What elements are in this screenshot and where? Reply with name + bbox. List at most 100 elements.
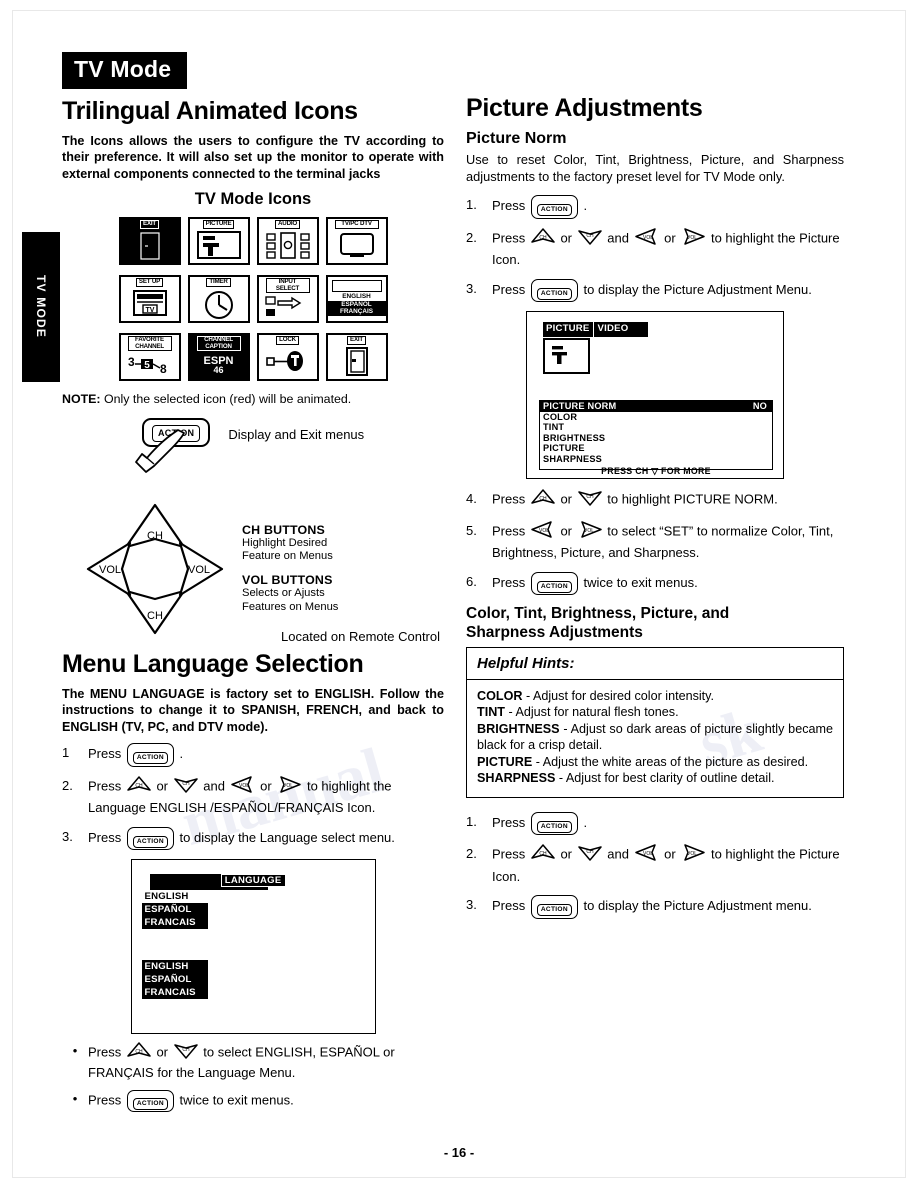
osd-tab-picture[interactable]: PICTURE [543, 322, 594, 338]
action-caption: Display and Exit menus [228, 426, 365, 442]
bullet-post: twice to exit menus. [175, 1092, 294, 1108]
step-mid1: or [556, 846, 576, 862]
ch-up-icon[interactable]: CH [127, 775, 151, 799]
menu-language-steps: 1 Press ACTION . 2. Press CH or CH and V… [62, 743, 444, 851]
picture-norm-heading: Picture Norm [466, 130, 567, 147]
exit-door-icon-caption: EXIT [347, 336, 366, 345]
bullet-item: • Press ACTION twice to exit menus. [62, 1089, 444, 1113]
ch-down-icon[interactable]: CH [577, 844, 602, 867]
language-osd-row[interactable]: ESPAÑOL [141, 973, 208, 987]
ch-up-icon[interactable]: CH [531, 227, 555, 251]
favorite-channel-icon[interactable]: FAVORITE CHANNEL 3 5 8 [118, 333, 181, 382]
osd-tab-bar: PICTURE VIDEO [543, 322, 649, 338]
step-number: 2. [62, 777, 73, 793]
language-osd-row[interactable]: ENGLISH [141, 890, 208, 904]
timer-icon[interactable]: TIMER [187, 275, 250, 324]
channel-caption-icon[interactable]: CHANNEL CAPTION ESPN 46 [187, 333, 250, 382]
language-option-francais: FRANÇAIS [327, 308, 386, 316]
language-icon[interactable]: ENGLISH ESPAÑOL FRANÇAIS [325, 275, 388, 324]
vol-right-icon[interactable]: VOL [681, 227, 706, 251]
ch-up-icon[interactable]: CH [127, 1042, 151, 1064]
osd-menu-row[interactable]: SHARPNESS [540, 454, 772, 465]
right-column: Picture Adjustments Picture Norm Use to … [466, 92, 844, 928]
language-osd-row[interactable]: FRANCAIS [141, 986, 208, 1000]
svg-text:CH: CH [135, 783, 143, 789]
osd-menu-row[interactable]: PICTURE NORM NO [540, 401, 772, 412]
hint-term: BRIGHTNESS [477, 721, 560, 736]
lock-icon-glyph [259, 345, 317, 380]
step-pre: Press [492, 198, 529, 214]
osd-tab-video[interactable]: VIDEO [593, 322, 649, 338]
action-button-glyph[interactable]: ACTION [530, 195, 578, 219]
action-button-glyph[interactable]: ACTION [530, 571, 578, 596]
svg-text:CH: CH [586, 494, 594, 500]
svg-text:CH: CH [539, 851, 547, 857]
lock-icon[interactable]: LOCK [256, 333, 319, 382]
step-pre: Press [492, 846, 529, 862]
hint-text: - Adjust the white areas of the picture … [532, 754, 809, 769]
osd-menu-row[interactable]: PICTURE [540, 443, 772, 454]
remote-pad-diagram: CH CH VOL VOL CH BUTTONS Highlight Desir… [62, 499, 444, 639]
set-up-icon-caption: SET UP [135, 278, 164, 287]
ch-down-icon[interactable]: CH [577, 228, 602, 251]
svg-text:8: 8 [160, 362, 167, 376]
action-button-glyph[interactable]: ACTION [126, 826, 174, 851]
ch-buttons-desc-1: Highlight Desired [242, 536, 328, 549]
hint-text: - Adjust for desired color intensity. [522, 688, 715, 703]
set-up-icon[interactable]: SET UP TV [118, 275, 181, 324]
step-item: 1. Press ACTION . [466, 811, 844, 836]
tv-mode-icon-grid: EXIT PICTURE AUDIO TV/PC DTV SET UP TV T… [62, 217, 444, 382]
page-title: Trilingual Animated Icons [62, 97, 358, 125]
vol-left-icon[interactable]: VOL [634, 844, 659, 867]
tv-pc-dtv-icon[interactable]: TV/PC DTV [325, 217, 388, 266]
svg-text:CH: CH [539, 496, 547, 502]
vol-buttons-title: VOL BUTTONS [242, 573, 333, 588]
ch-up-icon[interactable]: CH [531, 489, 555, 512]
ch-down-icon[interactable]: CH [173, 1042, 198, 1064]
ch-up-icon[interactable]: CH [531, 844, 555, 867]
input-select-icon[interactable]: INPUT SELECT [256, 275, 319, 324]
vol-left-icon[interactable]: VOL [531, 520, 555, 544]
picture-icon[interactable]: PICTURE [187, 217, 250, 266]
language-osd-row[interactable]: ESPAÑOL [141, 903, 208, 917]
action-button-glyph[interactable]: ACTION [126, 1089, 174, 1113]
vol-right-icon[interactable]: VOL [277, 775, 302, 799]
hint-term: COLOR [477, 688, 523, 703]
step-number: 1 [62, 745, 70, 761]
picture-adjustment-osd-screenshot: PICTURE VIDEO PICTURE NORM NO COLOR TINT [526, 311, 784, 480]
action-button-glyph[interactable]: ACTION [126, 743, 174, 767]
ch-down-icon[interactable]: CH [173, 776, 198, 799]
action-button-glyph[interactable]: ACTION [530, 811, 578, 836]
language-osd-row[interactable]: FRANCAIS [141, 916, 208, 930]
osd-menu-row[interactable]: COLOR [540, 412, 772, 423]
osd-menu-label: SHARPNESS [543, 454, 602, 464]
osd-menu-row[interactable]: TINT [540, 422, 772, 433]
vol-left-icon[interactable]: VOL [230, 775, 255, 799]
language-osd-row[interactable]: ENGLISH [141, 960, 208, 974]
step-number: 2. [466, 846, 477, 862]
osd-menu-value [767, 422, 769, 433]
vol-right-icon[interactable]: VOL [578, 520, 602, 544]
action-button-glyph[interactable]: ACTION [530, 895, 578, 919]
step-item: 2. Press CH or CH and VOL or VOL to high… [466, 844, 844, 886]
ch-down-icon[interactable]: CH [577, 489, 602, 512]
audio-icon-glyph [259, 229, 317, 264]
action-button-label: ACTION [536, 287, 572, 300]
step-mid1: or [152, 778, 172, 794]
menu-language-intro: The MENU LANGUAGE is factory set to ENGL… [62, 686, 444, 734]
vol-right-icon[interactable]: VOL [681, 844, 706, 867]
step-mid1: or [556, 523, 576, 539]
adjustments-heading-line1: Color, Tint, Brightness, Picture, and [466, 605, 730, 623]
exit-icon[interactable]: EXIT [118, 217, 181, 266]
exit-door-icon[interactable]: EXIT [325, 333, 388, 382]
bullet-mid: or [152, 1044, 172, 1060]
step-pre: Press [492, 230, 529, 246]
step-text: Press ACTION . [88, 743, 444, 767]
osd-menu-row[interactable]: BRIGHTNESS [540, 433, 772, 444]
svg-text:VOL: VOL [539, 528, 549, 534]
step-number: 3. [62, 828, 73, 844]
vol-left-icon[interactable]: VOL [634, 227, 659, 251]
audio-icon[interactable]: AUDIO [256, 217, 319, 266]
svg-text:VOL: VOL [643, 235, 653, 241]
action-button-glyph[interactable]: ACTION [530, 278, 578, 303]
